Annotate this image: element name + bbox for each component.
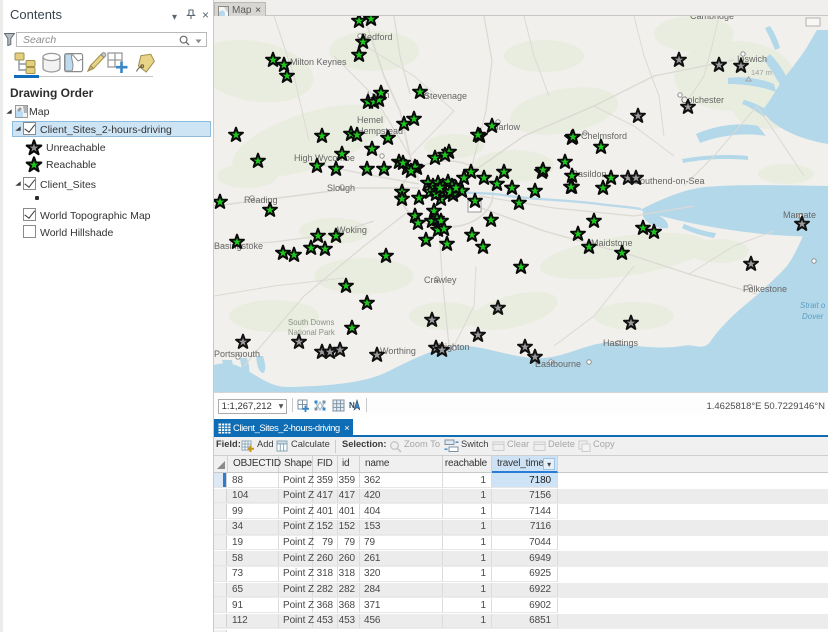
svg-text:Dover: Dover	[802, 312, 824, 321]
svg-text:Folkestone: Folkestone	[743, 284, 787, 294]
svg-text:147 m: 147 m	[751, 68, 772, 77]
svg-text:Hemel: Hemel	[357, 115, 383, 125]
svg-text:Worthing: Worthing	[380, 346, 416, 356]
svg-text:Chelmsford: Chelmsford	[581, 131, 627, 141]
svg-text:Stevenage: Stevenage	[424, 91, 467, 101]
svg-text:Eastbourne: Eastbourne	[535, 359, 581, 369]
svg-text:Slough: Slough	[327, 183, 355, 193]
svg-text:Maidstone: Maidstone	[591, 238, 633, 248]
svg-text:Hastings: Hastings	[603, 338, 639, 348]
svg-text:Margate: Margate	[783, 210, 816, 220]
svg-text:Milton Keynes: Milton Keynes	[290, 57, 347, 67]
svg-text:Reading: Reading	[244, 195, 278, 205]
svg-text:Hempstead: Hempstead	[357, 126, 403, 136]
svg-text:Crawley: Crawley	[424, 275, 457, 285]
svg-text:Strait o: Strait o	[800, 301, 826, 310]
svg-text:South Downs: South Downs	[288, 318, 334, 327]
svg-text:Portsmouth: Portsmouth	[214, 349, 260, 359]
svg-text:Cambridge: Cambridge	[690, 16, 734, 21]
svg-text:Southend-on-Sea: Southend-on-Sea	[634, 176, 705, 186]
svg-text:National Park: National Park	[288, 328, 335, 337]
